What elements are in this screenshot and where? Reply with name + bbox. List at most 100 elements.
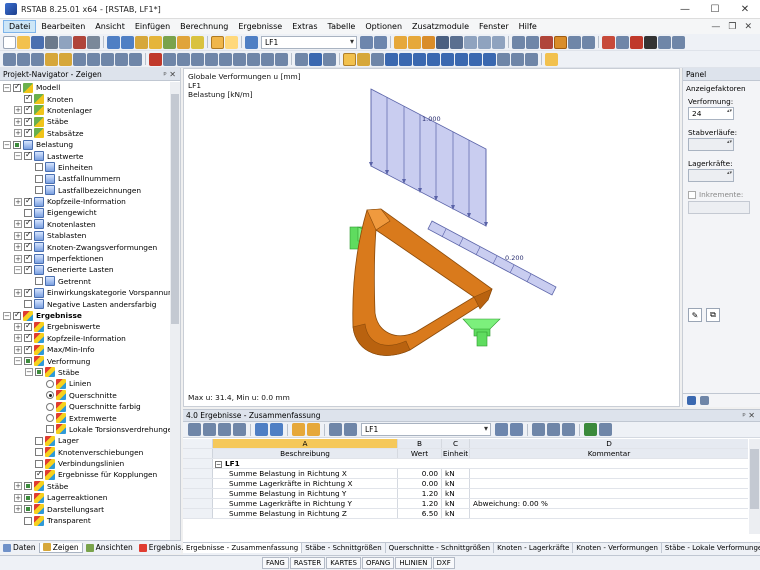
support-forces-factor-input[interactable] bbox=[688, 169, 734, 182]
expand-toggle-icon[interactable]: − bbox=[14, 152, 22, 161]
tree-item[interactable]: + Knotenlasten bbox=[0, 218, 171, 230]
tab-daten[interactable]: Daten bbox=[0, 543, 39, 552]
value-cell[interactable]: 0.00 bbox=[398, 479, 442, 488]
view-y-icon[interactable] bbox=[101, 52, 114, 66]
checkbox[interactable] bbox=[13, 310, 21, 320]
checkbox[interactable] bbox=[24, 300, 32, 309]
results-color-icon[interactable] bbox=[562, 423, 575, 436]
checkbox[interactable] bbox=[13, 140, 21, 149]
menu-einfuegen[interactable]: Einfügen bbox=[130, 21, 175, 32]
pan-icon[interactable] bbox=[17, 52, 30, 66]
copy-panel-icon[interactable]: ⧉ bbox=[706, 308, 720, 322]
results-prev-icon[interactable] bbox=[495, 423, 508, 436]
tab-ergebnisse-zusammenfassung[interactable]: Ergebnisse - Zusammenfassung bbox=[183, 543, 303, 553]
collapse-icon[interactable]: − bbox=[215, 461, 222, 468]
tree-item[interactable]: + Knotenlager bbox=[0, 104, 171, 116]
comment-cell[interactable] bbox=[470, 469, 748, 478]
wind-load-icon[interactable] bbox=[399, 52, 412, 66]
new-file-icon[interactable] bbox=[3, 35, 16, 49]
print-graphic-icon[interactable] bbox=[59, 35, 72, 49]
row-header-cell[interactable] bbox=[183, 479, 213, 488]
checkbox[interactable] bbox=[24, 196, 32, 206]
menu-datei[interactable]: Datei bbox=[3, 20, 37, 33]
menu-fenster[interactable]: Fenster bbox=[474, 21, 514, 32]
group-row[interactable]: − LF1 bbox=[183, 459, 748, 469]
tree-item[interactable]: + Imperfektionen bbox=[0, 253, 171, 264]
edit-panel-icon[interactable]: ✎ bbox=[688, 308, 702, 322]
mdi-restore-button[interactable]: ❐ bbox=[728, 22, 736, 32]
zoom-icon[interactable] bbox=[672, 35, 685, 49]
tree-item[interactable]: Negative Lasten andersfarbig bbox=[0, 298, 171, 310]
support-icon[interactable] bbox=[177, 52, 190, 66]
row-header-cell[interactable] bbox=[183, 499, 213, 508]
mdi-close-button[interactable]: ✕ bbox=[744, 22, 752, 32]
checkbox[interactable] bbox=[35, 436, 43, 445]
results-next-icon[interactable] bbox=[510, 423, 523, 436]
navigator-close-button[interactable]: ᵖ ✕ bbox=[163, 70, 176, 79]
checkbox[interactable] bbox=[24, 264, 32, 274]
table-row[interactable]: Summe Belastung in Richtung X 0.00 kN bbox=[183, 469, 748, 479]
tree-item[interactable]: − Generierte Lasten bbox=[0, 264, 171, 275]
tab-staebe-lokale-verformungen[interactable]: Stäbe - Lokale Verformungen bbox=[662, 543, 760, 553]
expand-toggle-icon[interactable]: − bbox=[3, 140, 11, 149]
solid-render-icon[interactable] bbox=[554, 35, 567, 49]
link-icon[interactable] bbox=[602, 35, 615, 49]
tree-item[interactable]: Linien bbox=[0, 378, 171, 389]
member-load-icon[interactable] bbox=[309, 52, 322, 66]
tree-item[interactable]: Querschnitte farbig bbox=[0, 401, 171, 412]
column-a-letter[interactable]: A bbox=[213, 439, 398, 448]
checkbox[interactable] bbox=[35, 459, 43, 468]
tree-item[interactable]: Lastfallnummern bbox=[0, 173, 171, 184]
menu-extras[interactable]: Extras bbox=[287, 21, 322, 32]
tab-staebe-schnittgroessen[interactable]: Stäbe - Schnittgrößen bbox=[302, 543, 386, 553]
tree-item[interactable]: Lokale Torsionsverdrehungen bbox=[0, 424, 171, 435]
status-hlinien-button[interactable]: HLINIEN bbox=[395, 557, 432, 569]
loadcase-select[interactable]: LF1 bbox=[261, 35, 357, 49]
result-combi-icon[interactable] bbox=[511, 52, 524, 66]
imposed-deform-icon[interactable] bbox=[323, 52, 336, 66]
tree-item[interactable]: − Belastung bbox=[0, 139, 171, 150]
expand-toggle-icon[interactable]: − bbox=[14, 265, 22, 274]
expand-toggle-icon[interactable]: − bbox=[14, 357, 22, 366]
visibility-icon[interactable] bbox=[582, 35, 595, 49]
deformation-icon[interactable] bbox=[394, 35, 407, 49]
undo-icon[interactable] bbox=[107, 35, 120, 49]
tree-item[interactable]: + Kopfzeile-Information bbox=[0, 196, 171, 207]
values-icon[interactable] bbox=[436, 35, 449, 49]
checkbox[interactable] bbox=[24, 127, 32, 138]
checkbox[interactable] bbox=[24, 482, 32, 491]
comment-cell[interactable] bbox=[470, 489, 748, 498]
description-cell[interactable]: Summe Belastung in Richtung Y bbox=[213, 489, 398, 498]
next-loadcase-icon[interactable] bbox=[374, 35, 387, 49]
status-kartes-button[interactable]: KARTES bbox=[326, 557, 361, 569]
checkbox[interactable] bbox=[35, 368, 43, 377]
member-diagram-factor-input[interactable] bbox=[688, 138, 734, 151]
menu-zusatzmodule[interactable]: Zusatzmodule bbox=[407, 21, 474, 32]
navigator-scrollbar[interactable] bbox=[170, 82, 180, 540]
menu-bearbeiten[interactable]: Bearbeiten bbox=[36, 21, 90, 32]
tree-item[interactable]: − Verformung bbox=[0, 355, 171, 367]
checkbox[interactable] bbox=[35, 163, 43, 172]
increments-select[interactable] bbox=[688, 201, 750, 214]
expand-toggle-icon[interactable]: + bbox=[14, 482, 22, 491]
value-cell[interactable]: 6.50 bbox=[398, 509, 442, 518]
animation-icon[interactable] bbox=[492, 35, 505, 49]
line-icon[interactable] bbox=[219, 52, 232, 66]
column-d-letter[interactable]: D bbox=[470, 439, 748, 448]
checkbox[interactable] bbox=[35, 469, 43, 479]
table-previous-icon[interactable] bbox=[255, 423, 268, 436]
unit-cell[interactable]: kN bbox=[442, 509, 470, 518]
display-loads-icon[interactable] bbox=[343, 52, 356, 66]
results-settings-icon[interactable] bbox=[599, 423, 612, 436]
checkbox[interactable] bbox=[24, 208, 32, 217]
comment-cell[interactable]: Abweichung: 0.00 % bbox=[470, 499, 748, 508]
node-icon[interactable] bbox=[149, 52, 162, 66]
expand-toggle-icon[interactable]: − bbox=[3, 83, 11, 92]
check-icon[interactable] bbox=[525, 52, 538, 66]
status-ofang-button[interactable]: OFANG bbox=[361, 557, 395, 569]
menu-ergebnisse[interactable]: Ergebnisse bbox=[233, 21, 287, 32]
panel-toggle-icon[interactable] bbox=[545, 52, 558, 66]
show-results-icon[interactable] bbox=[211, 35, 224, 49]
results-filter-icon[interactable] bbox=[532, 423, 545, 436]
delete-icon[interactable] bbox=[630, 35, 643, 49]
